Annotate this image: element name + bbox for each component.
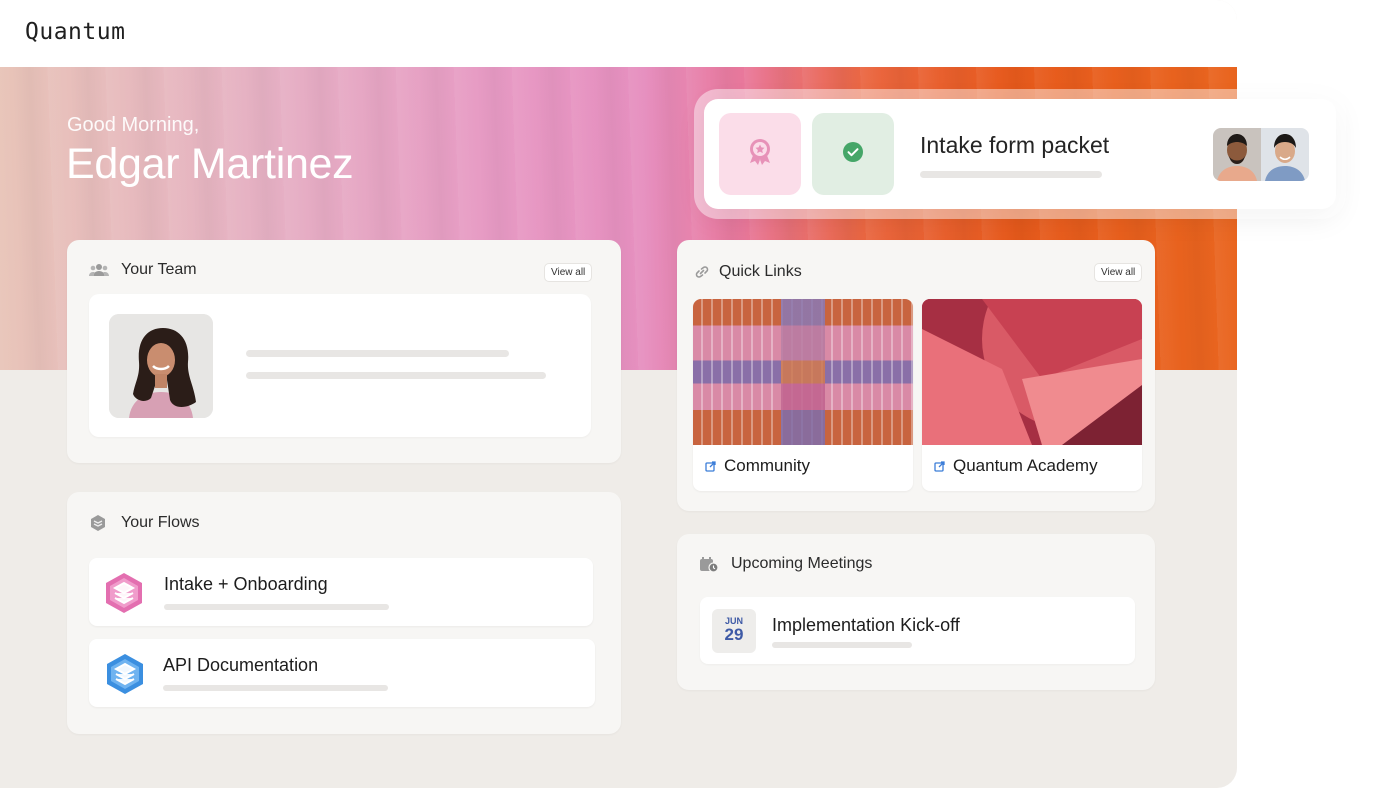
- external-link-icon: [705, 459, 716, 477]
- flow-item-intake-onboarding[interactable]: Intake + Onboarding: [89, 558, 593, 626]
- your-team-card: Your Team View all: [67, 240, 621, 463]
- flow-item-label: API Documentation: [163, 655, 319, 675]
- academy-thumbnail: [922, 299, 1142, 445]
- award-badge-icon: [746, 137, 774, 172]
- external-link-icon: [934, 459, 945, 477]
- brand-logo[interactable]: Quantum: [25, 19, 125, 45]
- greeting-salutation: Good Morning,: [67, 114, 200, 136]
- flow-item-label: Intake + Onboarding: [164, 574, 328, 594]
- flow-hexagon-icon: [103, 571, 145, 620]
- check-circle-icon: [842, 141, 864, 168]
- meeting-day: 29: [724, 625, 744, 644]
- quick-links-title: Quick Links: [719, 263, 802, 280]
- meeting-title: Implementation Kick-off: [772, 615, 960, 635]
- your-team-title: Your Team: [121, 261, 197, 278]
- check-status-tile: [812, 113, 894, 195]
- quick-links-view-all-button[interactable]: View all: [1094, 263, 1143, 282]
- your-flows-title: Your Flows: [121, 514, 200, 531]
- intake-form-notification[interactable]: Intake form packet: [704, 99, 1336, 209]
- member-name-placeholder: [246, 350, 509, 357]
- calendar-clock-icon: [699, 555, 719, 573]
- team-member-avatar: [109, 314, 213, 418]
- award-badge-tile: [719, 113, 801, 195]
- meeting-item[interactable]: JUN 29 Implementation Kick-off: [700, 597, 1135, 664]
- upcoming-meetings-title: Upcoming Meetings: [731, 555, 873, 572]
- quick-links-card: Quick Links View all Community Quantum A…: [677, 240, 1155, 511]
- flow-progress-placeholder: [163, 685, 388, 691]
- meeting-date-badge: JUN 29: [712, 609, 756, 653]
- flow-hexagon-icon: [104, 652, 146, 701]
- flow-progress-placeholder: [164, 604, 389, 610]
- upcoming-meetings-card: Upcoming Meetings JUN 29 Implementation …: [677, 534, 1155, 690]
- link-icon: [693, 263, 711, 281]
- team-member-card[interactable]: [89, 294, 591, 437]
- quick-link-label: Quantum Academy: [953, 456, 1098, 475]
- avatar: [1261, 128, 1309, 181]
- member-role-placeholder: [246, 372, 546, 379]
- team-view-all-button[interactable]: View all: [544, 263, 593, 282]
- avatar: [1213, 128, 1261, 181]
- community-thumbnail: [693, 299, 913, 445]
- flow-item-api-documentation[interactable]: API Documentation: [89, 639, 595, 707]
- assignee-avatars[interactable]: [1213, 128, 1309, 181]
- notification-progress-placeholder: [920, 171, 1102, 178]
- meeting-subtitle-placeholder: [772, 642, 912, 648]
- team-icon: [89, 262, 109, 278]
- greeting-user-name: Edgar Martinez: [66, 140, 354, 188]
- quick-link-label: Community: [724, 456, 810, 475]
- flows-icon: [89, 514, 107, 532]
- your-flows-card: Your Flows Intake + Onboarding API Docum…: [67, 492, 621, 734]
- quick-link-quantum-academy[interactable]: Quantum Academy: [922, 299, 1142, 491]
- top-bar: Quantum: [0, 0, 1237, 67]
- notification-title: Intake form packet: [920, 132, 1110, 158]
- quick-link-community[interactable]: Community: [693, 299, 913, 491]
